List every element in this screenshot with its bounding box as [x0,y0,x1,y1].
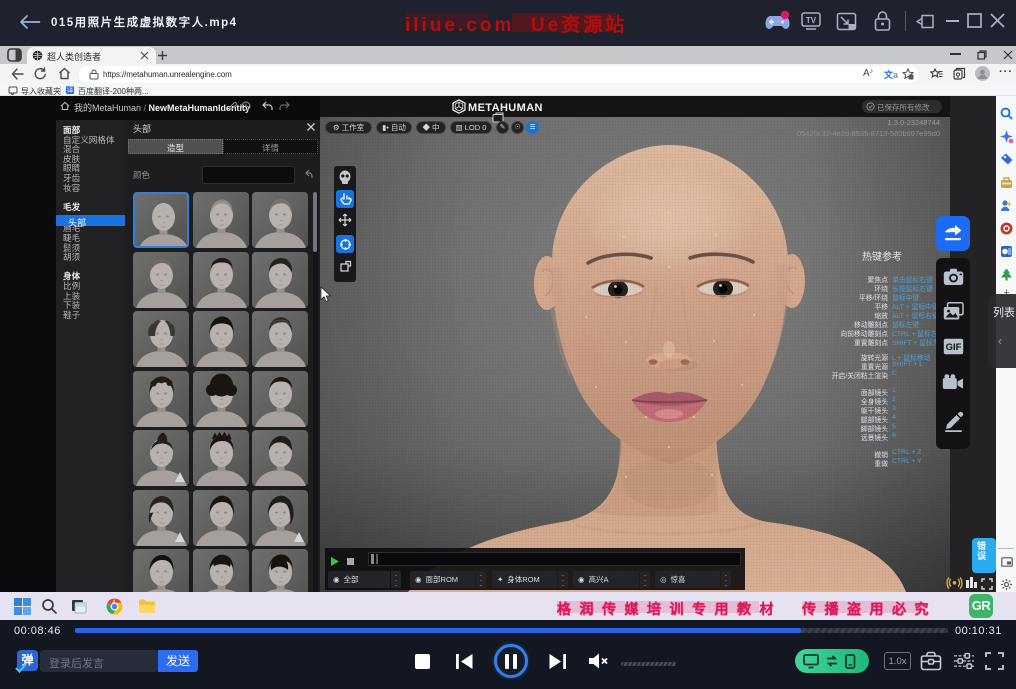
svg-text:TV: TV [806,16,817,25]
svg-text:GIF: GIF [946,342,962,353]
svg-text:METAHUMAN: METAHUMAN [468,102,543,114]
